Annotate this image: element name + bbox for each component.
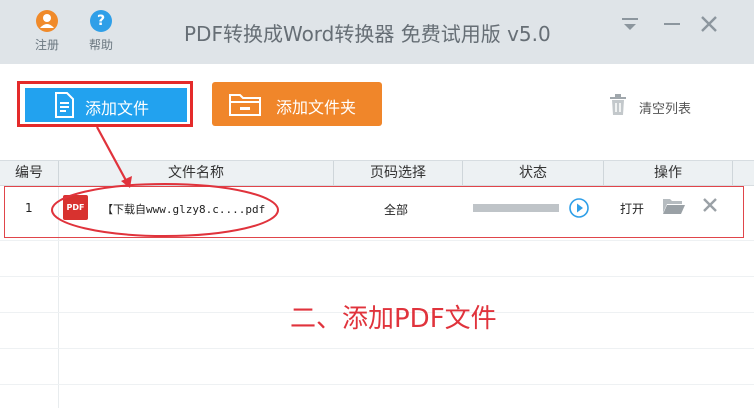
row-index: 1 (25, 201, 33, 215)
document-icon (55, 92, 74, 118)
minimize-icon (664, 23, 680, 25)
column-header-file-name[interactable]: 文件名称 (59, 161, 333, 185)
play-icon[interactable] (569, 198, 589, 218)
table-header: 编号 文件名称 页码选择 状态 操作 (0, 160, 754, 186)
progress-bar (473, 204, 559, 212)
grid-line (0, 276, 754, 277)
delete-icon[interactable] (701, 196, 719, 214)
clear-list-button[interactable]: 清空列表 (606, 94, 706, 118)
trash-icon (610, 94, 626, 115)
window-title: PDF转换成Word转换器 免费试用版 v5.0 (184, 22, 551, 46)
clear-list-label: 清空列表 (639, 102, 692, 117)
folder-open-icon[interactable] (662, 197, 686, 215)
menu-icon (622, 18, 638, 30)
row-file-name: 【下载自www.glzy8.c....pdf (102, 203, 266, 216)
add-file-label: 添加文件 (85, 99, 150, 118)
folder-icon (229, 94, 261, 116)
add-folder-button[interactable]: 添加文件夹 (212, 82, 382, 126)
question-icon: ? (90, 10, 112, 32)
minimize-button[interactable] (660, 12, 684, 36)
add-folder-label: 添加文件夹 (276, 98, 357, 117)
register-button[interactable]: 注册 (27, 10, 67, 53)
column-divider (732, 161, 733, 185)
pdf-icon: PDF (63, 195, 88, 220)
add-file-button[interactable]: 添加文件 (25, 88, 187, 122)
title-bar: 注册 ? 帮助 PDF转换成Word转换器 免费试用版 v5.0 (0, 0, 754, 64)
grid-line (0, 240, 754, 241)
toolbar: 添加文件 添加文件夹 清空列表 (0, 64, 754, 158)
column-header-index[interactable]: 编号 (0, 161, 58, 185)
menu-button[interactable] (618, 12, 642, 36)
column-header-page-selection[interactable]: 页码选择 (334, 161, 462, 185)
register-label: 注册 (34, 38, 59, 52)
help-button[interactable]: ? 帮助 (81, 10, 121, 53)
user-icon (36, 10, 58, 32)
column-header-actions[interactable]: 操作 (604, 161, 732, 185)
close-window-button[interactable] (697, 12, 721, 36)
help-label: 帮助 (88, 38, 113, 52)
close-icon (701, 16, 717, 32)
annotation-caption: 二、添加PDF文件 (290, 304, 497, 334)
grid-line (0, 384, 754, 385)
column-header-status[interactable]: 状态 (463, 161, 603, 185)
row-page-selection[interactable]: 全部 (384, 201, 408, 218)
open-file-link[interactable]: 打开 (620, 200, 644, 217)
grid-line (0, 348, 754, 349)
